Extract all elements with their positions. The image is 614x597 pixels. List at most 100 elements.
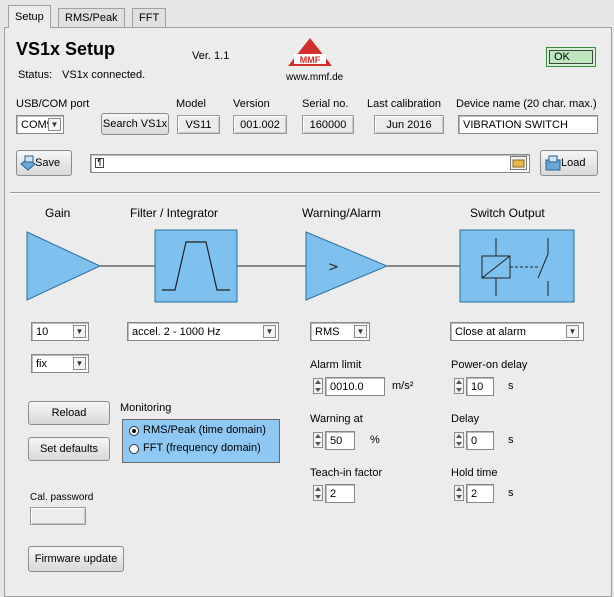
serial-value: 160000 — [309, 119, 347, 131]
model-value: VS11 — [185, 119, 212, 131]
device-name-label: Device name (20 char. max.) — [456, 98, 597, 110]
usb-port-label: USB/COM port — [16, 98, 90, 110]
version-text: Ver. 1.1 — [192, 50, 230, 62]
radio-fft-label: FFT (frequency domain) — [143, 442, 261, 454]
power-on-delay-input[interactable]: 10 — [466, 377, 494, 396]
warning-at-label: Warning at — [310, 413, 363, 425]
ok-button[interactable]: OK — [546, 47, 596, 67]
gain-header: Gain — [45, 206, 71, 220]
calibration-label: Last calibration — [367, 98, 441, 110]
setup-panel — [4, 27, 612, 597]
teach-in-label: Teach-in factor — [310, 467, 383, 479]
set-defaults-button[interactable]: Set defaults — [28, 437, 110, 461]
alarm-limit-label: Alarm limit — [310, 359, 362, 371]
delay-label: Delay — [451, 413, 480, 425]
hold-time-spinner[interactable] — [454, 485, 464, 501]
cal-password-label: Cal. password — [30, 492, 94, 503]
chevron-down-icon[interactable]: ▼ — [48, 118, 61, 131]
mmf-logo: MMF — [288, 38, 332, 66]
serial-label: Serial no. — [302, 98, 349, 110]
chevron-down-icon[interactable]: ▼ — [354, 325, 367, 338]
delay-value: 0 — [471, 435, 478, 447]
status-text: VS1x connected. — [62, 69, 146, 81]
folder-icon — [512, 159, 525, 168]
alarm-limit-value: 0010.0 — [330, 381, 364, 393]
monitoring-radio-group: RMS/Peak (time domain) FFT (frequency do… — [122, 419, 280, 463]
chevron-down-icon[interactable]: ▼ — [263, 325, 276, 338]
model-field: VS11 — [177, 115, 220, 134]
switch-mode-value: Close at alarm — [455, 326, 526, 338]
comparator-icon: > — [305, 231, 389, 301]
tab-setup[interactable]: Setup — [8, 5, 51, 28]
load-icon — [545, 155, 561, 171]
calibration-value: Jun 2016 — [386, 119, 432, 131]
switch-header: Switch Output — [470, 206, 545, 220]
page-title: VS1x Setup — [16, 39, 116, 59]
power-on-delay-spinner[interactable] — [454, 378, 464, 394]
warning-at-value: 50 — [330, 435, 343, 447]
gain-amplifier-icon — [26, 231, 102, 301]
device-name-input[interactable]: VIBRATION SWITCH — [458, 115, 598, 134]
version-label: Version — [233, 98, 270, 110]
warning-at-spinner[interactable] — [313, 432, 323, 448]
search-vs1x-button[interactable]: Search VS1x — [101, 113, 169, 135]
cal-password-field[interactable] — [30, 507, 86, 525]
logo-url: www.mmf.de — [286, 72, 344, 83]
firmware-update-button[interactable]: Firmware update — [28, 546, 124, 572]
switch-mode-select[interactable]: Close at alarm — [450, 322, 584, 341]
radio-fft[interactable] — [129, 444, 139, 454]
version-field: 001.002 — [233, 115, 287, 134]
warning-header: Warning/Alarm — [302, 206, 381, 220]
save-label: Save — [35, 157, 61, 169]
svg-text:>: > — [328, 260, 339, 275]
alarm-limit-spinner[interactable] — [313, 378, 323, 394]
save-icon — [20, 155, 36, 171]
chevron-down-icon[interactable]: ▼ — [566, 325, 579, 338]
teach-in-spinner[interactable] — [313, 485, 323, 501]
monitoring-label: Monitoring — [120, 402, 172, 414]
radio-rms-peak-label: RMS/Peak (time domain) — [143, 424, 266, 436]
teach-in-value: 2 — [330, 488, 337, 500]
reload-button[interactable]: Reload — [28, 401, 110, 425]
filter-select[interactable]: accel. 2 - 1000 Hz — [127, 322, 279, 341]
signal-chain-diagram: > — [26, 229, 575, 303]
power-on-delay-unit: s — [508, 380, 514, 392]
detector-mode-value: RMS — [315, 326, 340, 338]
delay-input[interactable]: 0 — [466, 431, 494, 450]
relay-switch-icon — [459, 229, 575, 303]
chevron-down-icon[interactable]: ▼ — [73, 325, 86, 338]
radio-rms-peak[interactable] — [129, 426, 139, 436]
hold-time-input[interactable]: 2 — [466, 484, 494, 503]
alarm-limit-input[interactable]: 0010.0 — [325, 377, 385, 396]
status-label: Status: — [18, 69, 53, 81]
tab-fft[interactable]: FFT — [132, 8, 167, 27]
power-on-delay-value: 10 — [471, 381, 484, 393]
folder-browse-button[interactable] — [510, 156, 527, 170]
bandpass-filter-icon — [154, 229, 238, 303]
filter-header: Filter / Integrator — [130, 206, 219, 220]
hold-time-label: Hold time — [451, 467, 498, 479]
delay-spinner[interactable] — [454, 432, 464, 448]
svg-text:MMF: MMF — [300, 55, 321, 65]
warning-at-input[interactable]: 50 — [325, 431, 355, 450]
filter-value: accel. 2 - 1000 Hz — [132, 326, 221, 338]
serial-field: 160000 — [302, 115, 354, 134]
file-path-input[interactable] — [90, 154, 530, 173]
ok-button-label: OK — [549, 50, 593, 64]
save-button[interactable]: Save — [16, 150, 72, 176]
section-divider — [10, 192, 600, 194]
version-value: 001.002 — [240, 119, 280, 131]
tab-rms-peak[interactable]: RMS/Peak — [58, 8, 125, 27]
power-on-delay-label: Power-on delay — [451, 359, 528, 371]
gain-value: 10 — [36, 326, 49, 338]
model-label: Model — [176, 98, 206, 110]
warning-at-unit: % — [370, 434, 380, 446]
device-name-value: VIBRATION SWITCH — [463, 119, 568, 131]
calibration-field: Jun 2016 — [374, 115, 444, 134]
load-button[interactable]: Load — [540, 150, 598, 176]
teach-in-input[interactable]: 2 — [325, 484, 355, 503]
chevron-down-icon[interactable]: ▼ — [73, 357, 86, 370]
hold-time-unit: s — [508, 487, 514, 499]
load-label: Load — [561, 157, 586, 169]
path-icon: ¶ — [95, 158, 104, 168]
